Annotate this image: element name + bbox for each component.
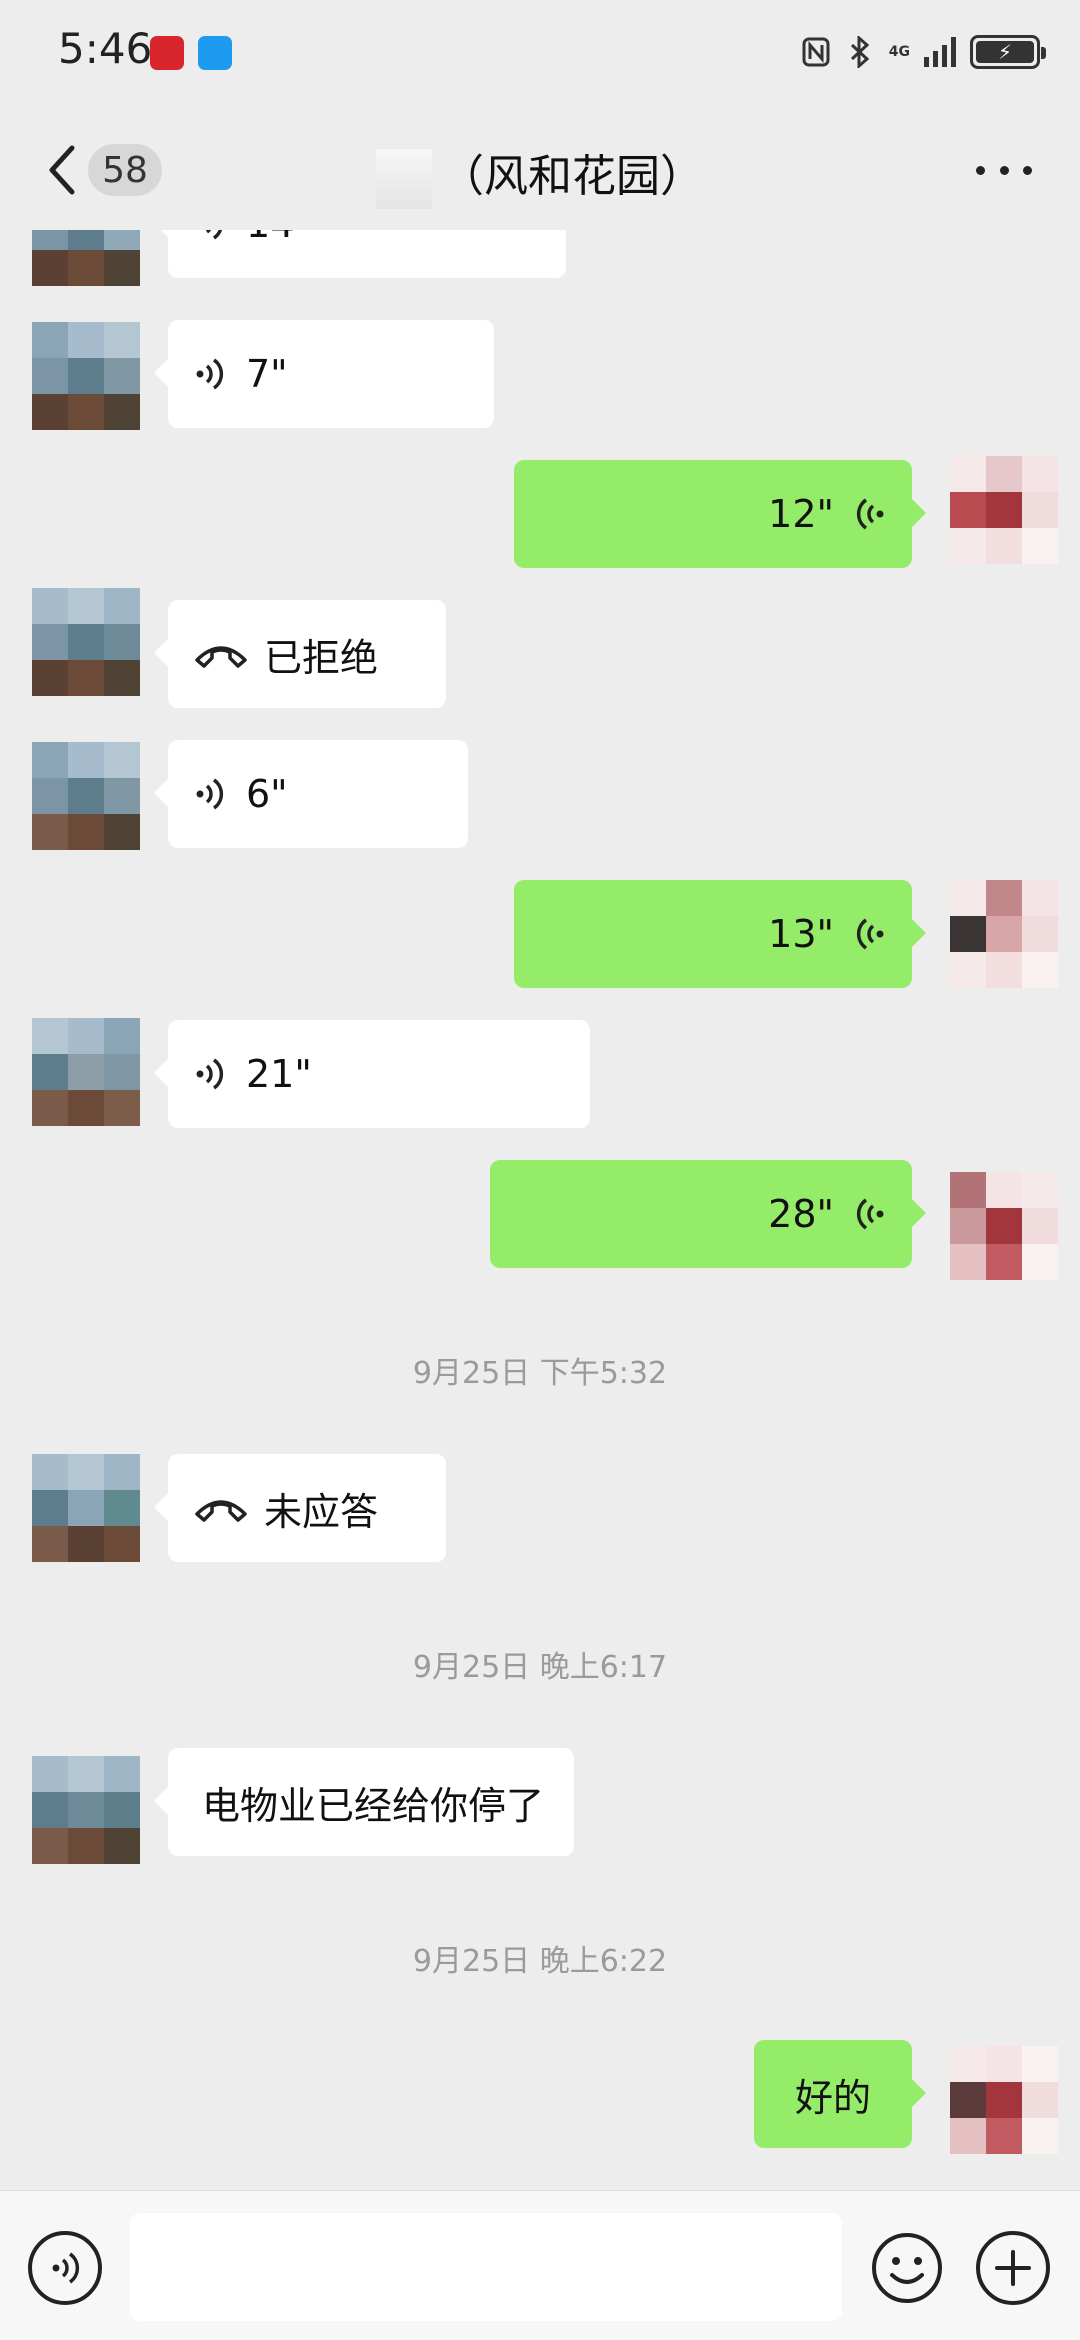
message-list[interactable]: 14" 7" 12" 已拒绝 6" 13" <box>0 230 1080 2190</box>
signal-strength-icon <box>924 37 956 67</box>
contact-avatar[interactable] <box>32 1454 140 1562</box>
voice-wave-icon <box>196 778 224 810</box>
message-input[interactable] <box>130 2213 842 2321</box>
self-avatar[interactable] <box>950 880 1058 988</box>
voice-duration: 14" <box>246 230 312 246</box>
voice-wave-icon <box>205 230 223 240</box>
input-bar <box>0 2190 1080 2340</box>
call-status-text: 未应答 <box>264 1489 379 1534</box>
self-avatar[interactable] <box>950 2046 1058 2154</box>
bluetooth-icon <box>845 36 875 68</box>
chat-title: （风和花园） <box>0 140 1080 209</box>
voice-message-bubble[interactable]: 28" <box>490 1160 926 1268</box>
voice-message-bubble[interactable]: 14" <box>154 230 566 278</box>
message-text: 好的 <box>794 2075 871 2120</box>
self-avatar[interactable] <box>950 1172 1058 1280</box>
contact-avatar[interactable] <box>32 1018 140 1126</box>
call-status-text: 已拒绝 <box>264 635 379 680</box>
voice-duration: 28" <box>768 1192 834 1236</box>
contact-avatar[interactable] <box>32 588 140 696</box>
voice-wave-icon <box>856 1198 884 1230</box>
battery-charging-icon: ⚡ <box>970 35 1046 69</box>
search-app-notification-icon <box>198 36 232 70</box>
blurred-name-mosaic <box>376 149 432 209</box>
status-bar: 5:46 4G ⚡ <box>0 0 1080 110</box>
status-time: 5:46 <box>58 24 153 73</box>
self-avatar[interactable] <box>950 456 1058 564</box>
voice-message-bubble[interactable]: 21" <box>154 1020 590 1128</box>
text-message-bubble[interactable]: 好的 <box>754 2040 926 2148</box>
app-notification-icon <box>150 36 184 70</box>
plus-icon[interactable] <box>976 2231 1050 2305</box>
voice-message-bubble[interactable]: 12" <box>514 460 926 568</box>
nfc-icon <box>801 37 831 67</box>
message-timestamp: 9月25日 晚上6:17 <box>412 1650 668 1685</box>
network-type-label: 4G <box>888 44 910 60</box>
call-message-bubble[interactable]: 已拒绝 <box>154 600 446 708</box>
emoji-icon[interactable] <box>870 2231 944 2305</box>
text-message-bubble[interactable]: 电物业已经给你停了 <box>153 1748 575 1856</box>
voice-duration: 12" <box>768 492 834 536</box>
more-options-icon[interactable] <box>976 152 1032 188</box>
chat-header: 58 （风和花园） <box>0 110 1080 230</box>
voice-wave-icon <box>196 1058 224 1090</box>
voice-message-bubble[interactable]: 6" <box>154 740 468 848</box>
status-indicators: 4G ⚡ <box>801 30 1046 74</box>
hang-up-phone-icon <box>195 646 247 668</box>
voice-duration: 13" <box>768 912 834 956</box>
voice-wave-icon <box>856 498 884 530</box>
message-timestamp: 9月25日 下午5:32 <box>412 1356 668 1391</box>
chat-title-text: （风和花园） <box>440 151 704 202</box>
hang-up-phone-icon <box>195 1500 247 1522</box>
voice-duration: 6" <box>246 772 288 816</box>
contact-avatar[interactable] <box>32 1756 140 1864</box>
voice-input-toggle-icon[interactable] <box>28 2231 102 2305</box>
message-timestamp: 9月25日 晚上6:22 <box>412 1944 668 1979</box>
message-text: 电物业已经给你停了 <box>202 1783 545 1828</box>
contact-avatar[interactable] <box>32 322 140 430</box>
call-message-bubble[interactable]: 未应答 <box>154 1454 446 1562</box>
voice-duration: 21" <box>246 1052 312 1096</box>
contact-avatar[interactable] <box>32 230 140 286</box>
voice-message-bubble[interactable]: 7" <box>154 320 494 428</box>
contact-avatar[interactable] <box>32 742 140 850</box>
voice-message-bubble[interactable]: 13" <box>514 880 926 988</box>
voice-wave-icon <box>196 358 224 390</box>
voice-wave-icon <box>856 918 884 950</box>
voice-duration: 7" <box>246 352 288 396</box>
